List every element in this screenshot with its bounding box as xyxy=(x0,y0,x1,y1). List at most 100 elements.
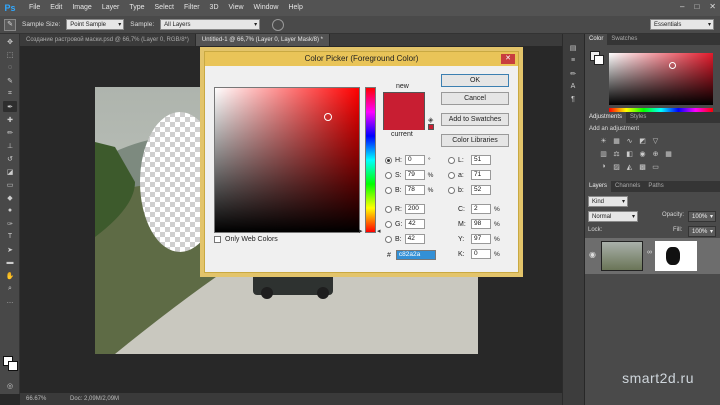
hue-slider[interactable] xyxy=(365,87,376,233)
layers-kind-filter[interactable]: Kind xyxy=(588,196,628,208)
sampling-ring-icon[interactable] xyxy=(272,18,285,31)
menu-edit[interactable]: Edit xyxy=(45,0,67,16)
s-radio[interactable] xyxy=(385,171,392,179)
color-libraries-button[interactable]: Color Libraries xyxy=(441,134,509,147)
l-field[interactable]: 51 xyxy=(471,155,491,165)
vibrance-icon[interactable]: ▽ xyxy=(651,135,660,146)
properties-panel-icon[interactable]: ≡ xyxy=(566,55,580,66)
background-color-swatch[interactable] xyxy=(8,361,18,371)
tab-color[interactable]: Color xyxy=(585,34,608,45)
eyedropper-icon[interactable]: ✎ xyxy=(4,18,16,31)
menu-select[interactable]: Select xyxy=(150,0,179,16)
g-field[interactable]: 42 xyxy=(405,219,426,229)
hue-strip-mini[interactable] xyxy=(609,108,713,112)
s-field[interactable]: 79 xyxy=(404,170,425,180)
layer-row[interactable]: ◉ ∞ xyxy=(585,238,720,274)
zoom-level[interactable]: 66.67% xyxy=(26,396,46,402)
quick-mask-icon[interactable]: ◎ xyxy=(3,380,17,391)
opacity-field[interactable]: 100% xyxy=(688,211,716,223)
h-field[interactable]: 0 xyxy=(405,155,425,165)
layer-mask-thumbnail[interactable] xyxy=(655,241,697,271)
lasso-tool-icon[interactable]: ◌ xyxy=(3,62,17,73)
menu-window[interactable]: Window xyxy=(249,0,284,16)
tab-layers[interactable]: Layers xyxy=(585,181,612,192)
history-brush-icon[interactable]: ↺ xyxy=(3,153,17,164)
a-radio[interactable] xyxy=(448,171,455,179)
b-radio[interactable] xyxy=(385,186,392,194)
gradient-tool-icon[interactable]: ▭ xyxy=(3,179,17,190)
r-field[interactable]: 200 xyxy=(405,204,425,214)
threshold-icon[interactable]: ◭ xyxy=(625,161,634,172)
shape-tool-icon[interactable]: ▬ xyxy=(3,257,17,268)
r-radio[interactable] xyxy=(385,205,392,213)
quick-select-tool-icon[interactable]: ✎ xyxy=(3,75,17,86)
b-field[interactable]: 78 xyxy=(404,185,425,195)
tab-channels[interactable]: Channels xyxy=(611,181,644,192)
eraser-tool-icon[interactable]: ◪ xyxy=(3,166,17,177)
color-field[interactable] xyxy=(214,87,360,233)
y-field[interactable]: 97 xyxy=(471,234,491,244)
eyedropper-tool-icon[interactable]: ✒ xyxy=(3,101,17,112)
lab-b-radio[interactable] xyxy=(448,186,455,194)
color-bg-swatch[interactable] xyxy=(594,55,604,65)
color-lookup-icon[interactable]: ▦ xyxy=(664,148,673,159)
k-field[interactable]: 0 xyxy=(471,249,491,259)
character-panel-icon[interactable]: A xyxy=(566,81,580,92)
h-radio[interactable] xyxy=(385,156,392,164)
tab-document-1[interactable]: Создание растровой маски.psd @ 66,7% (La… xyxy=(20,34,196,46)
sample-size-select[interactable]: Point Sample xyxy=(66,19,125,31)
lab-b-field[interactable]: 52 xyxy=(471,185,491,195)
stamp-tool-icon[interactable]: ⊥ xyxy=(3,140,17,151)
invert-icon[interactable]: ◑ xyxy=(599,161,608,172)
type-tool-icon[interactable]: T xyxy=(3,231,17,242)
g-radio[interactable] xyxy=(385,220,392,228)
tab-adjustments[interactable]: Adjustments xyxy=(585,112,627,123)
menu-view[interactable]: View xyxy=(224,0,249,16)
color-balance-icon[interactable]: ⚖ xyxy=(612,148,621,159)
dialog-titlebar[interactable]: Color Picker (Foreground Color) ✕ xyxy=(205,52,518,66)
exposure-icon[interactable]: ◩ xyxy=(638,135,647,146)
l-radio[interactable] xyxy=(448,156,455,164)
minimize-icon[interactable]: – xyxy=(680,2,684,11)
blue-field[interactable]: 42 xyxy=(404,234,425,244)
black-white-icon[interactable]: ◧ xyxy=(625,148,634,159)
brightness-icon[interactable]: ☀ xyxy=(599,135,608,146)
healing-tool-icon[interactable]: ✚ xyxy=(3,114,17,125)
blue-radio[interactable] xyxy=(385,235,392,243)
tab-document-2[interactable]: Untitled-1 @ 66,7% (Layer 0, Layer Mask/… xyxy=(195,34,331,46)
color-field-mini[interactable] xyxy=(609,53,713,105)
blur-tool-icon[interactable]: ◆ xyxy=(3,192,17,203)
menu-layer[interactable]: Layer xyxy=(97,0,125,16)
zoom-tool-icon[interactable]: ⌕ xyxy=(3,283,17,294)
out-of-gamut-icon[interactable]: ◈ xyxy=(428,116,433,124)
ok-button[interactable]: OK xyxy=(441,74,509,87)
gamut-swatch[interactable] xyxy=(428,124,434,130)
c-field[interactable]: 2 xyxy=(471,204,491,214)
history-panel-icon[interactable]: ▤ xyxy=(566,42,580,53)
curves-icon[interactable]: ∿ xyxy=(625,135,634,146)
more-tools-icon[interactable]: … xyxy=(3,296,17,307)
menu-image[interactable]: Image xyxy=(67,0,96,16)
paragraph-panel-icon[interactable]: ¶ xyxy=(566,94,580,105)
tab-swatches[interactable]: Swatches xyxy=(607,34,641,45)
close-icon[interactable]: ✕ xyxy=(709,2,716,11)
photo-filter-icon[interactable]: ◉ xyxy=(638,148,647,159)
dodge-tool-icon[interactable]: ● xyxy=(3,205,17,216)
brush-panel-icon[interactable]: ✏ xyxy=(566,68,580,79)
gradient-map-icon[interactable]: ▭ xyxy=(651,161,660,172)
document-size[interactable]: Doc: 2,09M/2,09M xyxy=(70,396,119,402)
pen-tool-icon[interactable]: ✑ xyxy=(3,218,17,229)
m-field[interactable]: 98 xyxy=(471,219,491,229)
a-field[interactable]: 71 xyxy=(471,170,491,180)
menu-help[interactable]: Help xyxy=(283,0,307,16)
layer-thumbnail[interactable] xyxy=(601,241,643,271)
levels-icon[interactable]: ▦ xyxy=(612,135,621,146)
selective-color-icon[interactable]: ▩ xyxy=(638,161,647,172)
marquee-tool-icon[interactable]: ⬚ xyxy=(3,49,17,60)
menu-type[interactable]: Type xyxy=(124,0,149,16)
hex-field[interactable]: c82a2a xyxy=(395,250,436,260)
hue-sat-icon[interactable]: ▥ xyxy=(599,148,608,159)
channel-mixer-icon[interactable]: ⊕ xyxy=(651,148,660,159)
maximize-icon[interactable]: □ xyxy=(694,2,699,11)
hand-tool-icon[interactable]: ✋ xyxy=(3,270,17,281)
